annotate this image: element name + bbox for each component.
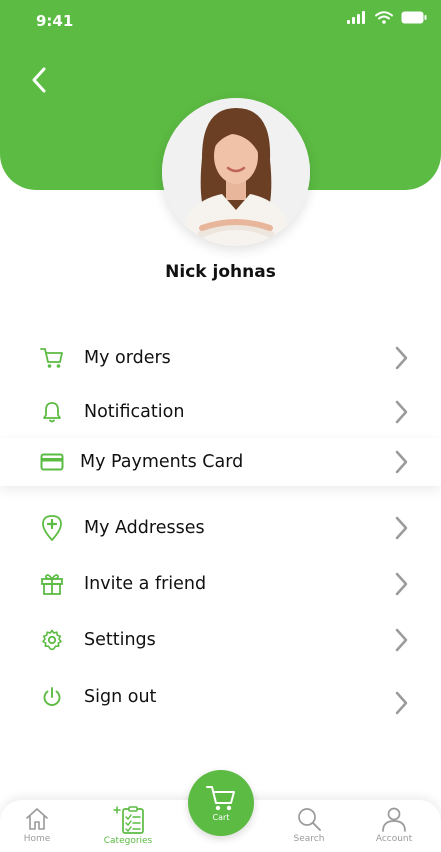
chevron-right-icon [391,399,411,425]
clipboard-list-icon [113,806,144,834]
location-pin-icon [38,514,66,542]
chevron-right-icon [391,690,411,716]
gear-icon [38,626,66,654]
nav-label: Account [375,834,413,844]
nav-label: Home [23,834,51,844]
cart-icon [206,786,235,811]
chevron-right-icon [391,571,411,597]
menu-item-label: Sign out [84,687,157,707]
menu-item-my-addresses[interactable]: My Addresses [0,504,441,552]
menu-item-payments-card[interactable]: My Payments Card [0,438,441,486]
menu-item-label: My Addresses [84,518,205,538]
credit-card-icon [38,448,66,476]
signal-icon [347,11,365,24]
menu-item-label: Settings [84,630,156,650]
nav-label: Categories [103,836,153,846]
chevron-left-icon [32,67,46,93]
status-icons [347,11,427,24]
menu-item-notification[interactable]: Notification [0,388,441,436]
menu-item-label: My Payments Card [80,452,244,472]
profile-photo [162,98,310,246]
user-name: Nick johnas [165,262,276,282]
status-time: 9:41 [36,12,74,30]
nav-account[interactable]: Account [359,806,429,844]
search-icon [298,808,321,831]
chevron-right-icon [391,627,411,653]
cart-label: Cart [212,813,230,822]
menu-item-sign-out[interactable]: Sign out [0,673,441,721]
menu-item-label: Invite a friend [84,574,207,594]
cart-button[interactable]: Cart [188,770,254,836]
chevron-right-icon [391,449,411,475]
bell-icon [38,398,66,426]
menu-item-settings[interactable]: Settings [0,616,441,664]
nav-search[interactable]: Search [274,806,344,844]
user-icon [382,807,406,832]
cart-icon [38,344,66,372]
chevron-right-icon [391,345,411,371]
menu-item-label: Notification [84,402,185,422]
back-button[interactable] [24,64,54,96]
menu-item-my-orders[interactable]: My orders [0,334,441,382]
gift-icon [38,570,66,598]
home-icon [26,808,48,830]
avatar[interactable] [162,98,310,246]
battery-icon [401,11,427,24]
menu-item-label: My orders [84,348,171,368]
chevron-right-icon [391,515,411,541]
power-icon [38,683,66,711]
nav-home[interactable]: Home [2,806,72,844]
nav-categories[interactable]: Categories [93,806,163,846]
nav-label: Search [293,834,325,844]
wifi-icon [375,11,393,24]
menu-item-invite-friend[interactable]: Invite a friend [0,560,441,608]
